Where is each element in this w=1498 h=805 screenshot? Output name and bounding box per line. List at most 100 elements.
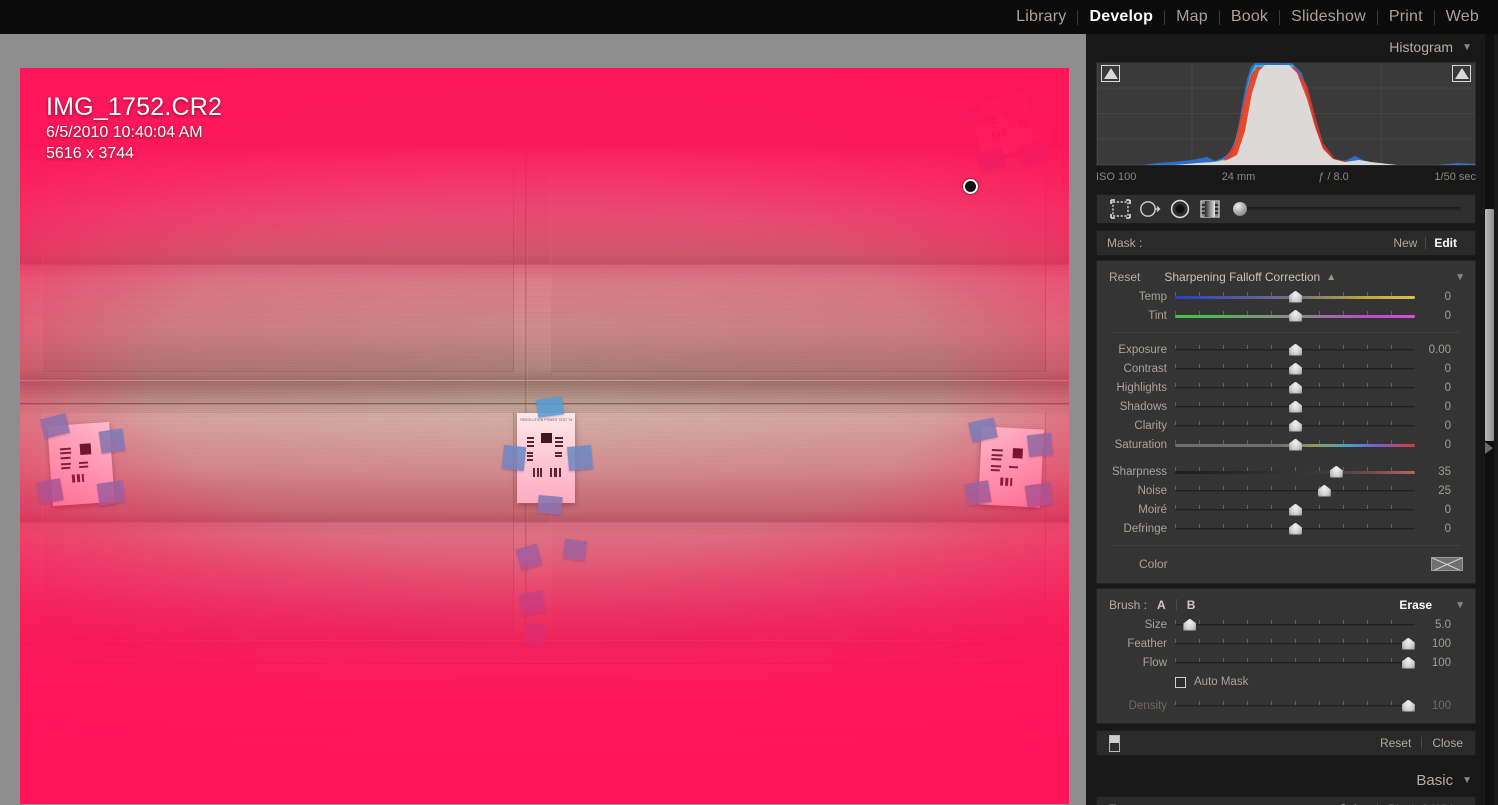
scrollbar-thumb[interactable]: [1485, 209, 1494, 441]
color-swatch[interactable]: [1431, 557, 1463, 571]
slider-ticks: [1175, 638, 1415, 643]
module-library[interactable]: Library: [1005, 0, 1077, 34]
module-map[interactable]: Map: [1165, 0, 1219, 34]
effect-noise-row: Noise 25: [1097, 481, 1475, 500]
basic-collapse-icon[interactable]: ▼: [1462, 775, 1472, 786]
brush-erase-button[interactable]: Erase: [1399, 598, 1446, 612]
auto-mask-label: Auto Mask: [1194, 676, 1249, 688]
effect-contrast-slider[interactable]: [1175, 362, 1415, 375]
effect-tint-label: Tint: [1148, 309, 1167, 322]
effect-collapse-icon[interactable]: ▼: [1455, 272, 1465, 283]
basic-panel-header[interactable]: Basic ▼: [1086, 764, 1486, 796]
tool-reset-button[interactable]: Reset: [1380, 736, 1411, 750]
mask-pin[interactable]: [963, 179, 978, 194]
auto-mask-checkbox[interactable]: [1175, 676, 1186, 688]
brush-density-slider[interactable]: [1175, 699, 1415, 712]
basic-title: Basic: [1416, 771, 1454, 789]
effect-sharpness-label: Sharpness: [1112, 465, 1167, 478]
tool-close-button[interactable]: Close: [1432, 736, 1463, 750]
slider-ticks: [1175, 619, 1415, 624]
panel-switch-icon[interactable]: [1109, 734, 1120, 752]
mask-label: Mask :: [1107, 236, 1143, 250]
right-panel-scrollbar[interactable]: [1485, 34, 1494, 805]
photo-canvas[interactable]: RESOLUTION POWER TEST TARGET: [20, 68, 1069, 804]
image-viewer[interactable]: RESOLUTION POWER TEST TARGET: [0, 34, 1086, 805]
brush-label: Brush :: [1109, 598, 1148, 612]
brush-feather-label: Feather: [1127, 637, 1167, 650]
effect-defringe-label: Defringe: [1123, 522, 1167, 535]
effect-exposure-slider[interactable]: [1175, 343, 1415, 356]
iso-value: ISO 100: [1096, 171, 1137, 183]
effect-defringe-row: Defringe 0: [1097, 519, 1475, 538]
brush-header: Brush : A B Erase ▼: [1097, 595, 1475, 615]
effect-tint-slider[interactable]: [1175, 309, 1415, 322]
effect-clarity-slider[interactable]: [1175, 419, 1415, 432]
brush-a-button[interactable]: A: [1147, 598, 1176, 612]
divider: [1111, 332, 1461, 333]
tool-footer: Reset Close: [1096, 730, 1476, 756]
mask-overlay: [20, 68, 1069, 804]
effect-temp-label: Temp: [1138, 290, 1167, 303]
effect-shadows-slider[interactable]: [1175, 400, 1415, 413]
effect-reset-button[interactable]: Reset: [1109, 270, 1140, 284]
slider-ticks: [1175, 657, 1415, 662]
spot-removal-icon[interactable]: [1135, 198, 1165, 220]
brush-feather-slider[interactable]: [1175, 637, 1415, 650]
slider-ticks: [1175, 700, 1415, 705]
effect-clarity-value: 0: [1444, 419, 1451, 432]
histogram-header[interactable]: Histogram ▼: [1086, 34, 1486, 60]
effect-preset-name[interactable]: Sharpening Falloff Correction: [1164, 270, 1320, 284]
module-develop[interactable]: Develop: [1078, 0, 1164, 34]
brush-size-row: Size 5.0: [1097, 615, 1475, 634]
histogram-title: Histogram: [1389, 39, 1454, 55]
effect-defringe-value: 0: [1444, 522, 1451, 535]
effect-saturation-slider[interactable]: [1175, 438, 1415, 451]
effect-highlights-slider[interactable]: [1175, 381, 1415, 394]
effect-clarity-label: Clarity: [1134, 419, 1167, 432]
effect-sharpness-value: 35: [1438, 465, 1451, 478]
mask-edit-button[interactable]: Edit: [1426, 236, 1465, 250]
effect-clarity-row: Clarity 0: [1097, 416, 1475, 435]
slider-track: [1175, 704, 1415, 708]
highlight-clipping-indicator[interactable]: [1452, 65, 1471, 82]
effect-saturation-label: Saturation: [1114, 438, 1167, 451]
module-slideshow[interactable]: Slideshow: [1280, 0, 1377, 34]
effect-temp-slider[interactable]: [1175, 290, 1415, 303]
brush-b-button[interactable]: B: [1177, 598, 1206, 612]
graduated-filter-icon[interactable]: [1195, 198, 1225, 220]
mask-new-button[interactable]: New: [1385, 236, 1425, 250]
module-web[interactable]: Web: [1435, 0, 1490, 34]
redeye-icon[interactable]: [1165, 198, 1195, 220]
module-print[interactable]: Print: [1378, 0, 1434, 34]
panel-hide-arrow-icon[interactable]: [1485, 442, 1493, 454]
shutter-speed-value: 1/50 sec: [1434, 171, 1476, 183]
chevron-down-icon[interactable]: ▼: [1462, 42, 1472, 53]
effect-contrast-label: Contrast: [1123, 362, 1167, 375]
brush-sliders: Size 5.0 Feather 100 Flow 100: [1097, 615, 1475, 672]
effect-noise-slider[interactable]: [1175, 484, 1415, 497]
crop-overlay-icon[interactable]: [1105, 198, 1135, 220]
effect-exposure-label: Exposure: [1118, 343, 1167, 356]
tool-amount-knob[interactable]: [1233, 202, 1247, 216]
tool-strip: [1096, 194, 1476, 224]
effect-stepper-icon[interactable]: ▲: [1326, 272, 1336, 283]
brush-flow-slider[interactable]: [1175, 656, 1415, 669]
effect-moir-slider[interactable]: [1175, 503, 1415, 516]
effect-exposure-row: Exposure 0.00: [1097, 340, 1475, 359]
module-book[interactable]: Book: [1220, 0, 1279, 34]
brush-size-slider[interactable]: [1175, 618, 1415, 631]
lightroom-window: Library Develop Map Book Slideshow Print Web: [0, 0, 1498, 805]
auto-mask-row[interactable]: Auto Mask: [1097, 672, 1475, 692]
effect-sliders-detail: Sharpness 35 Noise 25 Moiré 0 Defringe 0: [1097, 462, 1475, 538]
effect-sliders-tone: Exposure 0.00 Contrast 0 Highlights 0 Shadows 0…: [1097, 340, 1475, 454]
effect-sharpness-row: Sharpness 35: [1097, 462, 1475, 481]
brush-collapse-icon[interactable]: ▼: [1455, 600, 1465, 611]
slider-ticks: [1175, 466, 1415, 471]
histogram-graph[interactable]: [1096, 62, 1476, 166]
brush-feather-row: Feather 100: [1097, 634, 1475, 653]
effect-sharpness-slider[interactable]: [1175, 465, 1415, 478]
right-panel: Histogram ▼ ISO 100 24 mm ƒ / 8.0 1/50 s…: [1086, 34, 1498, 805]
effect-defringe-slider[interactable]: [1175, 522, 1415, 535]
tool-amount-slider[interactable]: [1233, 202, 1461, 216]
shadow-clipping-indicator[interactable]: [1101, 65, 1120, 82]
